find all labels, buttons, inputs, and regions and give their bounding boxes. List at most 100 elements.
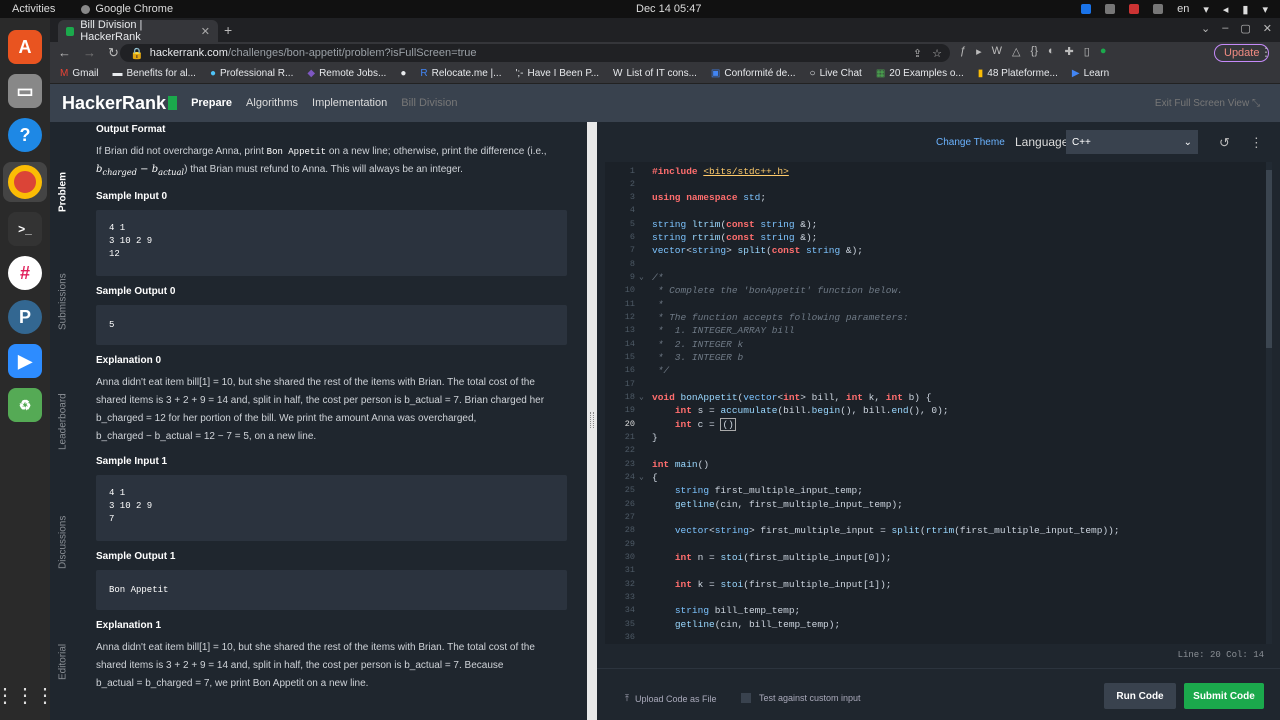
bookmark-item[interactable]: ▶ Learn	[1072, 68, 1109, 79]
chrome-icon	[81, 4, 91, 14]
tab-problem[interactable]: Problem	[50, 142, 76, 242]
new-tab-button[interactable]: +	[224, 22, 232, 38]
breadcrumb-prepare[interactable]: Prepare	[191, 97, 232, 109]
editor-scrollbar[interactable]	[1266, 162, 1272, 644]
bookmark-item[interactable]: ●	[400, 68, 406, 79]
bookmark-icon: ▬	[112, 68, 123, 79]
chrome-menu-icon[interactable]: ⋮	[1260, 45, 1272, 59]
tab-discussions[interactable]: Discussions	[50, 492, 76, 592]
minimize-icon[interactable]: –	[1222, 22, 1228, 35]
app-tray-icon[interactable]	[1105, 4, 1116, 14]
ext-dark-icon[interactable]: ◐	[1048, 45, 1055, 58]
bookmark-item[interactable]: R Relocate.me |...	[420, 68, 501, 79]
hackerrank-logo[interactable]: HackerRank	[62, 93, 178, 114]
app-menu[interactable]: Google Chrome	[81, 3, 173, 15]
trash-icon[interactable]: ♻	[8, 388, 42, 422]
tab-leaderboard[interactable]: Leaderboard	[50, 372, 76, 472]
bookmark-item[interactable]: ▮ 48 Plateforme...	[978, 68, 1058, 79]
history-icon[interactable]: ↺	[1219, 135, 1230, 151]
keyboard-lang[interactable]: en	[1177, 3, 1189, 15]
ext-json-icon[interactable]: {}	[1031, 45, 1038, 58]
bookmark-item[interactable]: ';- Have I Been P...	[515, 68, 599, 79]
bookmark-item[interactable]: ◆ Remote Jobs...	[307, 68, 386, 79]
share-icon[interactable]: ⇪	[913, 47, 922, 60]
line-number: 6	[629, 232, 635, 242]
back-icon[interactable]: ←	[58, 45, 71, 61]
breadcrumb-algorithms[interactable]: Algorithms	[246, 97, 298, 109]
activities-button[interactable]: Activities	[12, 3, 55, 15]
help-icon[interactable]: ?	[8, 118, 42, 152]
fold-icon[interactable]: ⌄	[639, 472, 644, 482]
code-line: int main()	[652, 459, 710, 470]
custom-input-checkbox[interactable]: Test against custom input	[741, 693, 861, 703]
chrome-dock-active[interactable]	[3, 162, 47, 202]
fold-icon[interactable]: ⌄	[639, 272, 644, 282]
fold-icon[interactable]: ⌄	[639, 392, 644, 402]
code-editor[interactable]: 1 #include <bits/stdc++.h> 2 3 using names…	[605, 162, 1272, 644]
app-center-icon[interactable]: A	[8, 30, 42, 64]
submit-code-button[interactable]: Submit Code	[1184, 683, 1264, 709]
bookmarks-bar: M Gmail ▬ Benefits for al... ● Professional…	[50, 64, 1280, 84]
ext-arrow-icon[interactable]: ▸	[976, 45, 982, 58]
explanation-1-line: Anna didn't eat item bill[1] = 10, but s…	[96, 642, 535, 653]
bookmark-item[interactable]: W List of IT cons...	[613, 68, 697, 79]
breadcrumb-implementation[interactable]: Implementation	[312, 97, 387, 109]
zoom-icon[interactable]: ▶	[8, 344, 42, 378]
run-code-button[interactable]: Run Code	[1104, 683, 1176, 709]
ext-formula-icon[interactable]: ƒ	[960, 45, 966, 58]
line-number: 36	[624, 632, 635, 642]
battery-icon[interactable]: ▮	[1242, 3, 1248, 16]
system-tray[interactable]: en ▾ ◂ ▮ ▾	[1081, 3, 1268, 16]
slack-icon[interactable]: #	[8, 256, 42, 290]
files-icon[interactable]: ▭	[8, 74, 42, 108]
bookmark-item[interactable]: ▣ Conformité de...	[711, 68, 796, 79]
line-number: 14	[624, 339, 635, 349]
clipboard-tray-icon[interactable]	[1153, 4, 1164, 14]
power-menu-icon[interactable]: ▾	[1262, 3, 1268, 16]
explanation-0-heading: Explanation 0	[96, 355, 162, 366]
url-input[interactable]: 🔒 hackerrank.com/challenges/bon-appetit/…	[120, 44, 950, 62]
language-select[interactable]: C++ ⌄	[1066, 130, 1198, 154]
zoom-tray-icon[interactable]	[1081, 4, 1092, 14]
show-apps-icon[interactable]: ⋮⋮⋮	[0, 683, 55, 708]
bookmark-item[interactable]: ● Professional R...	[210, 68, 293, 79]
reload-icon[interactable]: ↻	[108, 45, 119, 61]
bookmark-icon: R	[420, 68, 428, 79]
tab-editorial[interactable]: Editorial	[50, 612, 76, 712]
tab-title: Bill Division | HackerRank	[80, 19, 143, 43]
wifi-icon[interactable]: ▾	[1203, 3, 1209, 16]
change-theme-link[interactable]: Change Theme	[936, 137, 1005, 148]
close-tab-icon[interactable]: ✕	[201, 25, 210, 38]
address-bar-row: ← → ↻ 🔒 hackerrank.com/challenges/bon-ap…	[50, 42, 1280, 64]
tab-search-icon[interactable]: ⌄	[1201, 22, 1210, 35]
bookmark-item[interactable]: ○ Live Chat	[810, 68, 862, 79]
explanation-1-heading: Explanation 1	[96, 620, 162, 631]
clock[interactable]: Dec 14 05:47	[636, 3, 701, 15]
record-tray-icon[interactable]	[1129, 4, 1140, 14]
ext-wappalyzer-icon[interactable]: W	[992, 45, 1002, 58]
bookmark-item[interactable]: M Gmail	[60, 68, 98, 79]
ext-triangle-icon[interactable]: △	[1012, 45, 1020, 58]
tab-submissions[interactable]: Submissions	[50, 252, 76, 352]
upload-code-button[interactable]: ⤒ Upload Code as File	[625, 693, 717, 704]
forward-icon[interactable]: →	[83, 45, 96, 61]
bookmark-star-icon[interactable]: ☆	[932, 47, 942, 60]
code-line: getline(cin, first_multiple_input_temp);	[674, 499, 903, 510]
close-window-icon[interactable]: ✕	[1263, 22, 1272, 35]
volume-icon[interactable]: ◂	[1223, 3, 1229, 16]
settings-menu-icon[interactable]: ⋮	[1250, 135, 1263, 151]
breadcrumb-current: Bill Division	[401, 97, 458, 109]
bookmark-item[interactable]: ▦ 20 Examples o...	[876, 68, 964, 79]
profile-avatar[interactable]: ●	[1100, 45, 1107, 58]
pane-splitter[interactable]	[587, 122, 597, 720]
exit-fullscreen-link[interactable]: Exit Full Screen View ⤡	[1155, 98, 1260, 109]
postgres-icon[interactable]: P	[8, 300, 42, 334]
code-line: {	[652, 472, 658, 483]
terminal-icon[interactable]: >_	[8, 212, 42, 246]
bookmark-item[interactable]: ▬ Benefits for al...	[112, 68, 195, 79]
sample-output-1: Bon Appetit	[96, 570, 567, 610]
browser-tab[interactable]: Bill Division | HackerRank ✕	[58, 19, 218, 43]
sidepanel-icon[interactable]: ▯	[1084, 45, 1090, 58]
extensions-puzzle-icon[interactable]: ✚	[1065, 45, 1074, 58]
maximize-icon[interactable]: ▢	[1240, 22, 1250, 35]
